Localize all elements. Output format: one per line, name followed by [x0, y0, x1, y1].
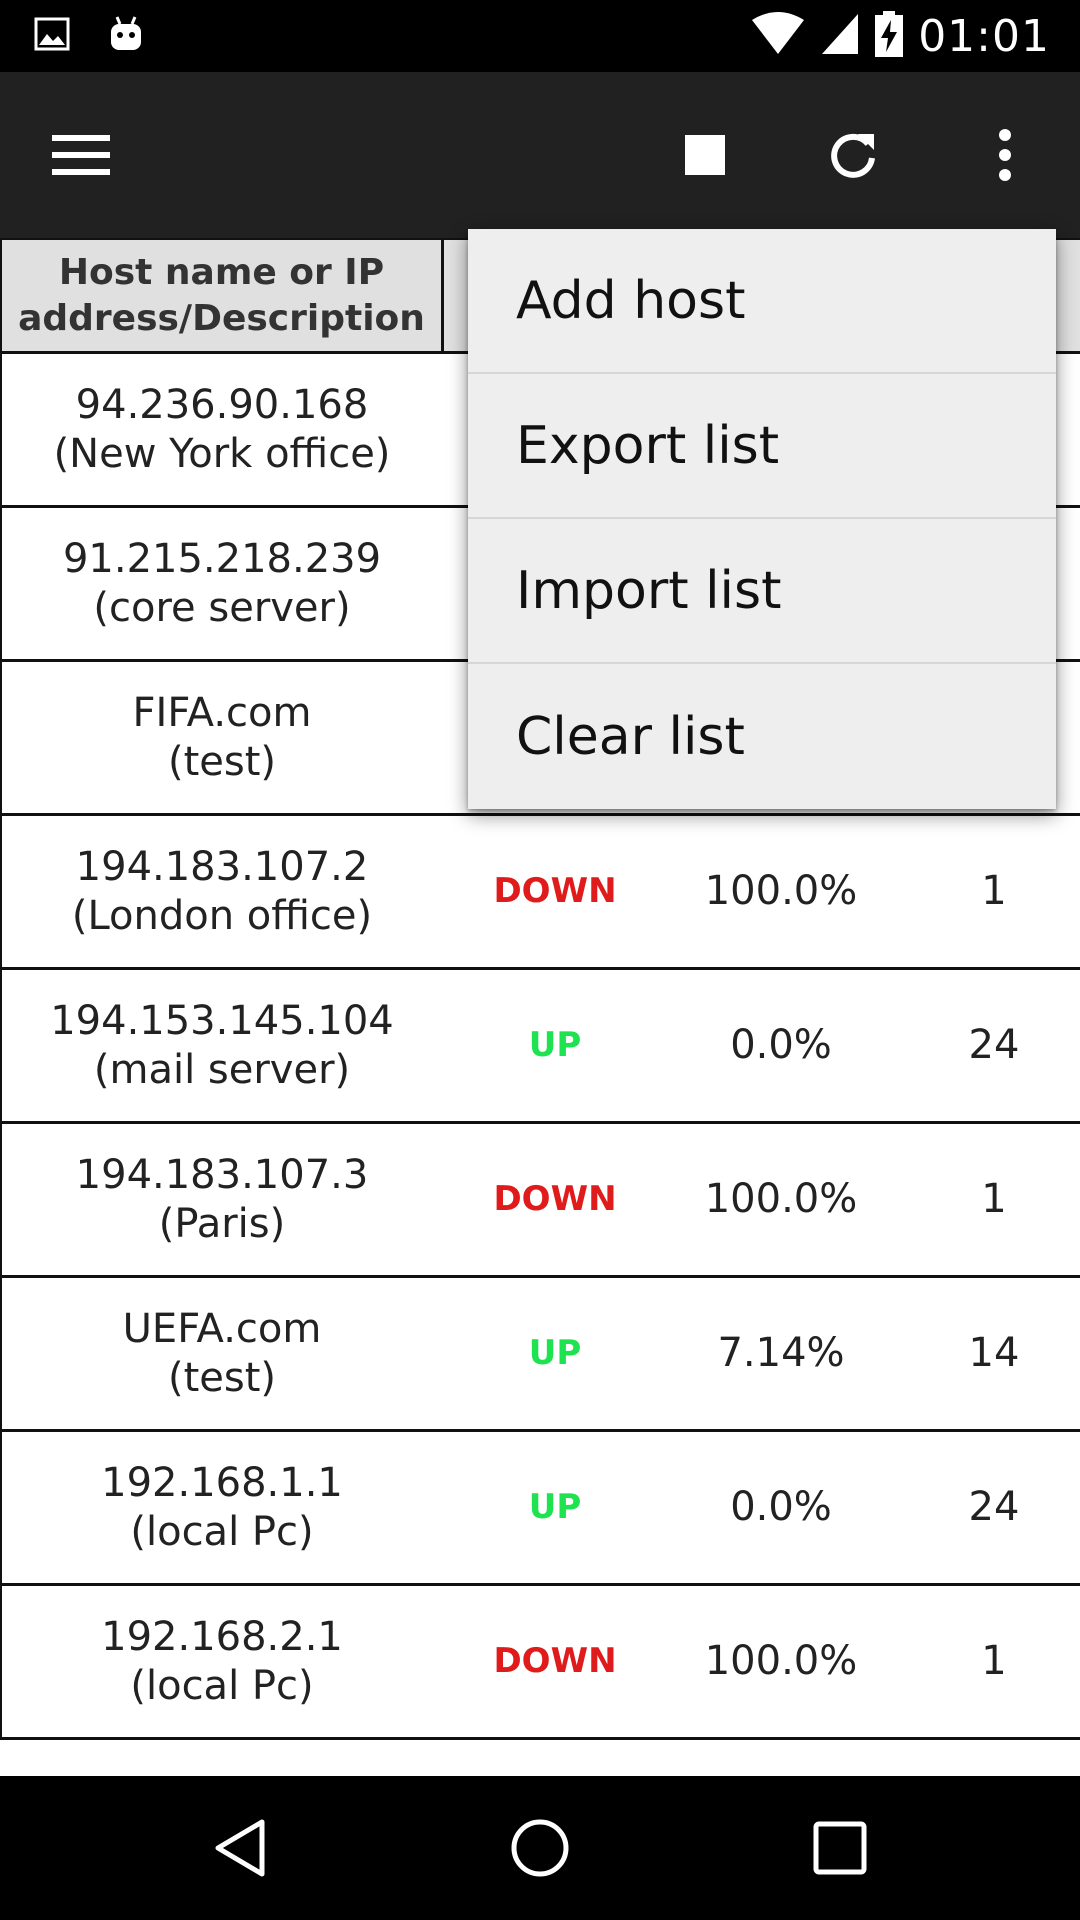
host-address: 194.183.107.3 — [75, 1151, 369, 1198]
back-icon[interactable] — [180, 1776, 300, 1920]
table-row[interactable]: 194.153.145.104 (mail server) UP 0.0% 24 — [0, 970, 1080, 1124]
ping-count: 14 — [968, 1330, 1020, 1376]
packet-loss: 0.0% — [730, 1484, 832, 1530]
status-badge: DOWN — [493, 871, 617, 911]
overflow-menu: Add host Export list Import list Clear l… — [468, 229, 1056, 809]
status-badge: UP — [528, 1333, 582, 1373]
header-host-line2: address/Description — [18, 297, 425, 339]
battery-charging-icon — [874, 10, 904, 62]
table-row[interactable]: 192.168.2.1 (local Pc) DOWN 100.0% 1 — [0, 1586, 1080, 1740]
ping-count: 24 — [968, 1022, 1020, 1068]
table-row[interactable]: 194.183.107.3 (Paris) DOWN 100.0% 1 — [0, 1124, 1080, 1278]
host-description: (New York office) — [53, 430, 391, 477]
recents-icon[interactable] — [780, 1776, 900, 1920]
hamburger-menu-icon[interactable] — [34, 72, 130, 238]
host-description: (test) — [167, 738, 277, 785]
host-address: 91.215.218.239 — [62, 535, 382, 582]
menu-item-export-list[interactable]: Export list — [468, 374, 1056, 519]
ping-count: 1 — [981, 868, 1007, 914]
packet-loss: 100.0% — [704, 868, 858, 914]
host-description: (London office) — [71, 892, 373, 939]
status-badge: DOWN — [493, 1641, 617, 1681]
header-host-line1: Host name or IP — [58, 251, 385, 293]
stop-icon[interactable] — [660, 72, 750, 238]
ping-count: 1 — [981, 1638, 1007, 1684]
packet-loss: 100.0% — [704, 1638, 858, 1684]
packet-loss: 7.14% — [717, 1330, 845, 1376]
host-address: 194.183.107.2 — [75, 843, 369, 890]
column-header-host[interactable]: Host name or IP address/Description — [2, 240, 444, 351]
status-time: 01:01 — [918, 10, 1050, 62]
host-address: 192.168.1.1 — [101, 1459, 343, 1506]
host-address: 94.236.90.168 — [75, 381, 369, 428]
menu-item-import-list[interactable]: Import list — [468, 519, 1056, 664]
table-row[interactable]: UEFA.com (test) UP 7.14% 14 — [0, 1278, 1080, 1432]
status-badge: UP — [528, 1487, 582, 1527]
wifi-icon — [750, 12, 806, 60]
status-badge: DOWN — [493, 1179, 617, 1219]
more-vert-icon[interactable] — [960, 72, 1050, 238]
home-icon[interactable] — [480, 1776, 600, 1920]
host-description: (local Pc) — [130, 1662, 314, 1709]
ping-count: 1 — [981, 1176, 1007, 1222]
image-icon — [34, 17, 70, 55]
host-address: UEFA.com — [122, 1305, 322, 1352]
navigation-bar — [0, 1776, 1080, 1920]
host-description: (core server) — [93, 584, 351, 631]
host-description: (local Pc) — [130, 1508, 314, 1555]
packet-loss: 100.0% — [704, 1176, 858, 1222]
app-toolbar — [0, 72, 1080, 238]
menu-item-clear-list[interactable]: Clear list — [468, 664, 1056, 809]
host-address: FIFA.com — [132, 689, 312, 736]
host-address: 192.168.2.1 — [101, 1613, 343, 1660]
host-description: (Paris) — [158, 1200, 286, 1247]
status-badge: UP — [528, 1025, 582, 1065]
ping-count: 24 — [968, 1484, 1020, 1530]
host-description: (mail server) — [93, 1046, 351, 1093]
host-address: 194.153.145.104 — [50, 997, 394, 1044]
host-description: (test) — [167, 1354, 277, 1401]
table-row[interactable]: 194.183.107.2 (London office) DOWN 100.0%… — [0, 816, 1080, 970]
refresh-icon[interactable] — [808, 72, 898, 238]
table-row[interactable]: 192.168.1.1 (local Pc) UP 0.0% 24 — [0, 1432, 1080, 1586]
menu-item-add-host[interactable]: Add host — [468, 229, 1056, 374]
packet-loss: 0.0% — [730, 1022, 832, 1068]
android-icon — [108, 14, 144, 58]
status-bar: 01:01 — [0, 0, 1080, 72]
signal-icon — [820, 12, 860, 60]
